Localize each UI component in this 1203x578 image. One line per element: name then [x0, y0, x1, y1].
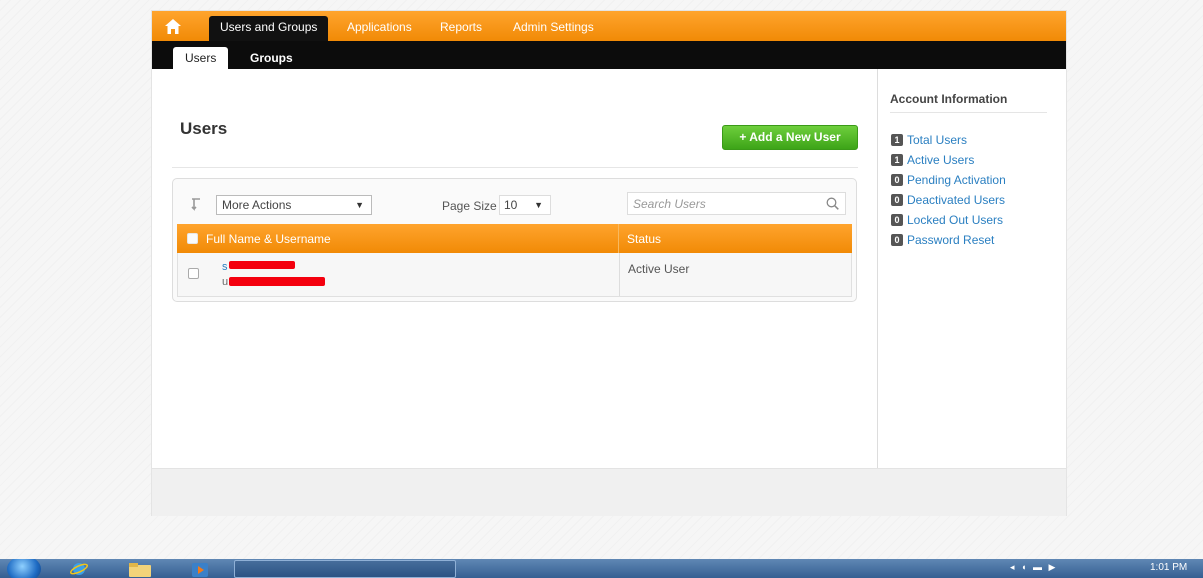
count-badge: 1: [891, 153, 903, 166]
user-status: Active User: [628, 262, 690, 276]
divider: [172, 167, 858, 168]
count-badge: 0: [891, 233, 903, 246]
count-badge: 0: [891, 193, 903, 206]
search-users-input[interactable]: [628, 193, 818, 214]
add-new-user-button[interactable]: + Add a New User: [722, 125, 858, 150]
media-player-icon[interactable]: [180, 560, 220, 578]
user-username: u: [222, 276, 229, 288]
nav-tab-admin-settings[interactable]: Admin Settings: [502, 16, 605, 41]
sidebar-item-active-users[interactable]: 1 Active Users: [891, 152, 974, 167]
sort-icon[interactable]: [191, 198, 201, 215]
page-size-value: 10: [504, 198, 518, 212]
internet-explorer-icon[interactable]: [66, 560, 92, 578]
subnav-tab-groups[interactable]: Groups: [238, 47, 305, 69]
nav-tab-users-and-groups[interactable]: Users and Groups: [209, 16, 329, 41]
sidebar-item-pending-activation[interactable]: 0 Pending Activation: [891, 172, 1006, 187]
sidebar-item-locked-out-users[interactable]: 0 Locked Out Users: [891, 212, 1003, 227]
select-all-checkbox[interactable]: [187, 233, 198, 244]
sidebar-item-deactivated-users[interactable]: 0 Deactivated Users: [891, 192, 1005, 207]
count-badge: 1: [891, 133, 903, 146]
start-button[interactable]: [7, 559, 41, 578]
sidebar-item-password-reset[interactable]: 0 Password Reset: [891, 232, 994, 247]
search-icon[interactable]: [826, 197, 839, 213]
column-header-status: Status: [627, 232, 662, 246]
page-size-label: Page Size: [442, 199, 497, 213]
redaction-bar: [229, 261, 295, 269]
home-button[interactable]: [162, 15, 184, 37]
app-window: Users and Groups Applications Reports Ad…: [151, 10, 1067, 516]
nav-tab-reports[interactable]: Reports: [429, 16, 493, 41]
sidebar-title: Account Information: [890, 92, 1008, 106]
taskbar-clock[interactable]: 1:01 PM: [1150, 562, 1187, 573]
sidebar-item-label: Deactivated Users: [907, 192, 1006, 207]
caret-down-icon: ▼: [355, 200, 364, 210]
column-header-full-name-username: Full Name & Username: [206, 232, 331, 246]
sidebar-item-label: Locked Out Users: [907, 212, 1004, 227]
taskbar: ◂ ◖ ▬ ▶ 1:01 PM: [0, 559, 1203, 578]
page-title: Users: [180, 119, 228, 138]
system-tray-icons[interactable]: ◂ ◖ ▬ ▶: [1010, 562, 1057, 573]
page-footer: [152, 468, 1066, 516]
redaction-bar: [229, 277, 325, 286]
divider: [890, 112, 1047, 113]
account-information-sidebar: Account Information 1 Total Users 1 Acti…: [877, 69, 1067, 469]
count-badge: 0: [891, 173, 903, 186]
users-table-panel: More Actions ▼ Page Size 10 ▼ Full Name …: [172, 178, 857, 302]
table-header: Full Name & Username Status: [177, 224, 852, 253]
row-checkbox[interactable]: [188, 268, 199, 279]
nav-tab-applications[interactable]: Applications: [336, 16, 423, 41]
sidebar-item-label: Pending Activation: [907, 172, 1006, 187]
sidebar-item-label: Active Users: [907, 152, 975, 167]
top-navigation: Users and Groups Applications Reports Ad…: [152, 11, 1066, 41]
column-divider: [619, 253, 620, 296]
taskbar-window-button[interactable]: [234, 560, 456, 578]
more-actions-dropdown[interactable]: More Actions ▼: [216, 195, 372, 215]
home-icon: [165, 18, 181, 34]
column-divider: [618, 224, 619, 253]
subnav-tab-users[interactable]: Users: [173, 47, 229, 69]
sub-navigation: Users Groups: [152, 41, 1066, 69]
table-row[interactable]: s u Active User: [177, 253, 852, 297]
file-explorer-icon[interactable]: [118, 560, 162, 578]
page-size-select[interactable]: 10 ▼: [499, 195, 551, 215]
sidebar-item-total-users[interactable]: 1 Total Users: [891, 132, 967, 147]
sidebar-item-label: Total Users: [907, 132, 968, 147]
user-full-name-link[interactable]: s: [222, 261, 228, 273]
search-users-box: [627, 192, 846, 215]
caret-down-icon: ▼: [534, 200, 543, 210]
sidebar-item-label: Password Reset: [907, 232, 995, 247]
more-actions-label: More Actions: [222, 198, 292, 212]
count-badge: 0: [891, 213, 903, 226]
